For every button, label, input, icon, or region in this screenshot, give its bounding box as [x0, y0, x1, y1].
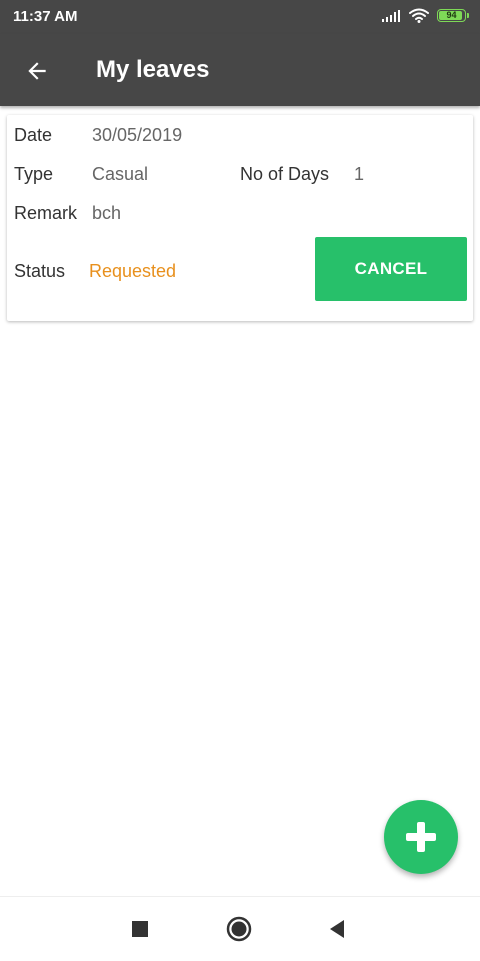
- remark-value: bch: [92, 203, 122, 223]
- days-value: 1: [354, 164, 365, 184]
- nav-back-button[interactable]: [321, 913, 353, 945]
- back-button[interactable]: [14, 48, 60, 94]
- cancel-button[interactable]: CANCEL: [315, 237, 467, 301]
- wifi-icon: [409, 8, 429, 23]
- battery-icon: 94: [437, 9, 469, 22]
- status-value: Requested: [89, 261, 177, 281]
- app-bar: My leaves: [0, 34, 480, 106]
- days-label: No of Days: [240, 164, 330, 184]
- home-circle-icon: [226, 916, 252, 942]
- status-bar: 11:37 AM 94: [0, 0, 480, 34]
- recents-square-icon: [132, 921, 148, 937]
- plus-icon: [406, 822, 436, 852]
- recents-button[interactable]: [124, 913, 156, 945]
- status-label: Status: [14, 261, 66, 281]
- page-title: My leaves: [96, 56, 210, 83]
- status-icons: 94: [381, 8, 469, 23]
- date-label: Date: [14, 125, 53, 145]
- battery-level: 94: [446, 10, 457, 20]
- back-triangle-icon: [330, 920, 344, 938]
- add-leave-button[interactable]: [384, 800, 458, 874]
- back-arrow-icon: [28, 62, 46, 80]
- battery-tip: [467, 13, 469, 18]
- status-time: 11:37 AM: [13, 8, 78, 25]
- leave-card: Date 30/05/2019 Type Casual No of Days 1…: [7, 115, 473, 321]
- system-nav-bar: [0, 896, 480, 961]
- home-button[interactable]: [223, 913, 255, 945]
- remark-label: Remark: [14, 203, 78, 223]
- type-value: Casual: [92, 164, 149, 184]
- type-label: Type: [14, 164, 54, 184]
- date-value: 30/05/2019: [92, 125, 183, 145]
- signal-icon: [382, 9, 400, 22]
